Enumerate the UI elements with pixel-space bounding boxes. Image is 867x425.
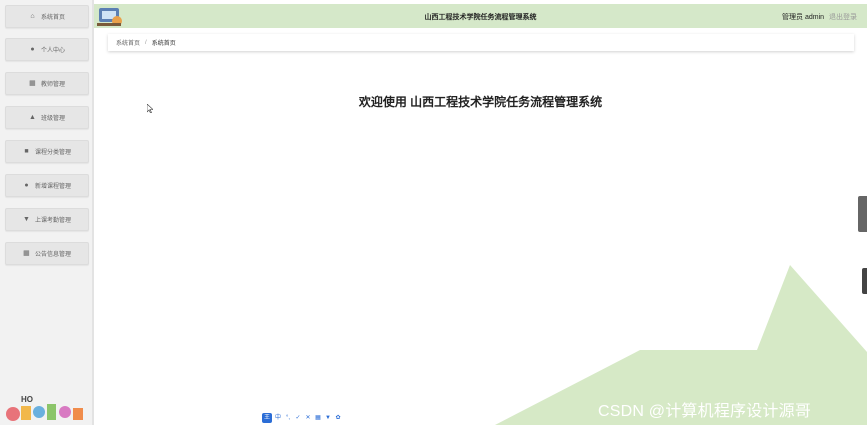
welcome-message: 欢迎使用 山西工程技术学院任务流程管理系统 <box>358 95 603 109</box>
user-info: 管理员 admin 退出登录 <box>782 12 857 22</box>
sidebar-item-teachers[interactable]: ▦ 教师管理 <box>5 72 89 95</box>
ime-toolbar: 王 中 °, ✓ ✕ ▦ ▼ ✿ <box>262 412 342 424</box>
sidebar-item-label: 系统首页 <box>40 15 65 21</box>
sidebar-item-label: 公告信息管理 <box>34 252 71 258</box>
user-icon: ● <box>30 46 35 53</box>
logout-link[interactable]: 退出登录 <box>829 14 857 21</box>
user-icon: ● <box>24 182 29 189</box>
sidebar-item-home[interactable]: ⌂ 系统首页 <box>5 5 89 28</box>
sidebar-item-new-courses[interactable]: ● 新增课程管理 <box>5 174 89 197</box>
breadcrumb-separator: / <box>145 39 147 46</box>
ime-skin-icon[interactable]: ▼ <box>324 414 332 422</box>
ime-punctuation-icon[interactable]: °, <box>284 414 292 422</box>
ime-settings-icon[interactable]: ✿ <box>334 414 342 422</box>
watermark: CSDN @计算机程序设计源哥 <box>598 403 812 420</box>
sidebar-item-label: 教师管理 <box>40 82 65 88</box>
top-header: 山西工程技术学院任务流程管理系统 管理员 admin 退出登录 <box>94 4 867 28</box>
briefcase-icon: ■ <box>24 148 29 155</box>
ime-logo-icon[interactable]: 王 <box>262 413 272 423</box>
system-title: 山西工程技术学院任务流程管理系统 <box>424 14 537 21</box>
sidebar-item-label: 班级管理 <box>40 116 65 122</box>
mouse-cursor-icon <box>147 104 153 113</box>
grid-icon: ▦ <box>29 80 36 87</box>
home-icon: ⌂ <box>30 13 35 20</box>
sidebar-item-label: 课程分类管理 <box>34 150 71 156</box>
svg-text:HO: HO <box>21 395 33 404</box>
ime-chinese-mode-icon[interactable]: 中 <box>274 414 282 422</box>
grid-icon: ▦ <box>23 250 30 257</box>
bank-icon: ▲ <box>29 114 36 121</box>
background-decoration <box>495 265 867 425</box>
ime-keyboard-icon[interactable]: ▦ <box>314 414 322 422</box>
sidebar: ⌂ 系统首页 ● 个人中心 ▦ 教师管理 ▲ 班级管理 ■ 课程分类管理 ● 新… <box>0 0 94 425</box>
breadcrumb-current: 系统首页 <box>151 41 176 47</box>
sidebar-item-label: 新增课程管理 <box>34 184 71 190</box>
sidebar-item-course-categories[interactable]: ■ 课程分类管理 <box>5 140 89 163</box>
side-panel-handle-secondary[interactable] <box>862 268 867 294</box>
decorative-illustration: HO <box>6 395 83 421</box>
ime-tools-icon[interactable]: ✕ <box>304 414 312 422</box>
breadcrumb-home[interactable]: 系统首页 <box>116 38 140 47</box>
ime-pen-icon[interactable]: ✓ <box>294 414 302 422</box>
side-panel-handle[interactable] <box>858 196 867 232</box>
user-label: 管理员 admin <box>782 14 825 21</box>
sidebar-item-label: 上课考勤管理 <box>34 218 71 224</box>
sidebar-item-classes[interactable]: ▲ 班级管理 <box>5 106 89 129</box>
sidebar-item-label: 个人中心 <box>40 48 65 54</box>
breadcrumb: 系统首页 / 系统首页 <box>108 34 854 51</box>
sidebar-item-announcements[interactable]: ▦ 公告信息管理 <box>5 242 89 265</box>
trophy-icon: ▼ <box>23 216 30 223</box>
sidebar-item-attendance[interactable]: ▼ 上课考勤管理 <box>5 208 89 231</box>
sidebar-item-profile[interactable]: ● 个人中心 <box>5 38 89 61</box>
